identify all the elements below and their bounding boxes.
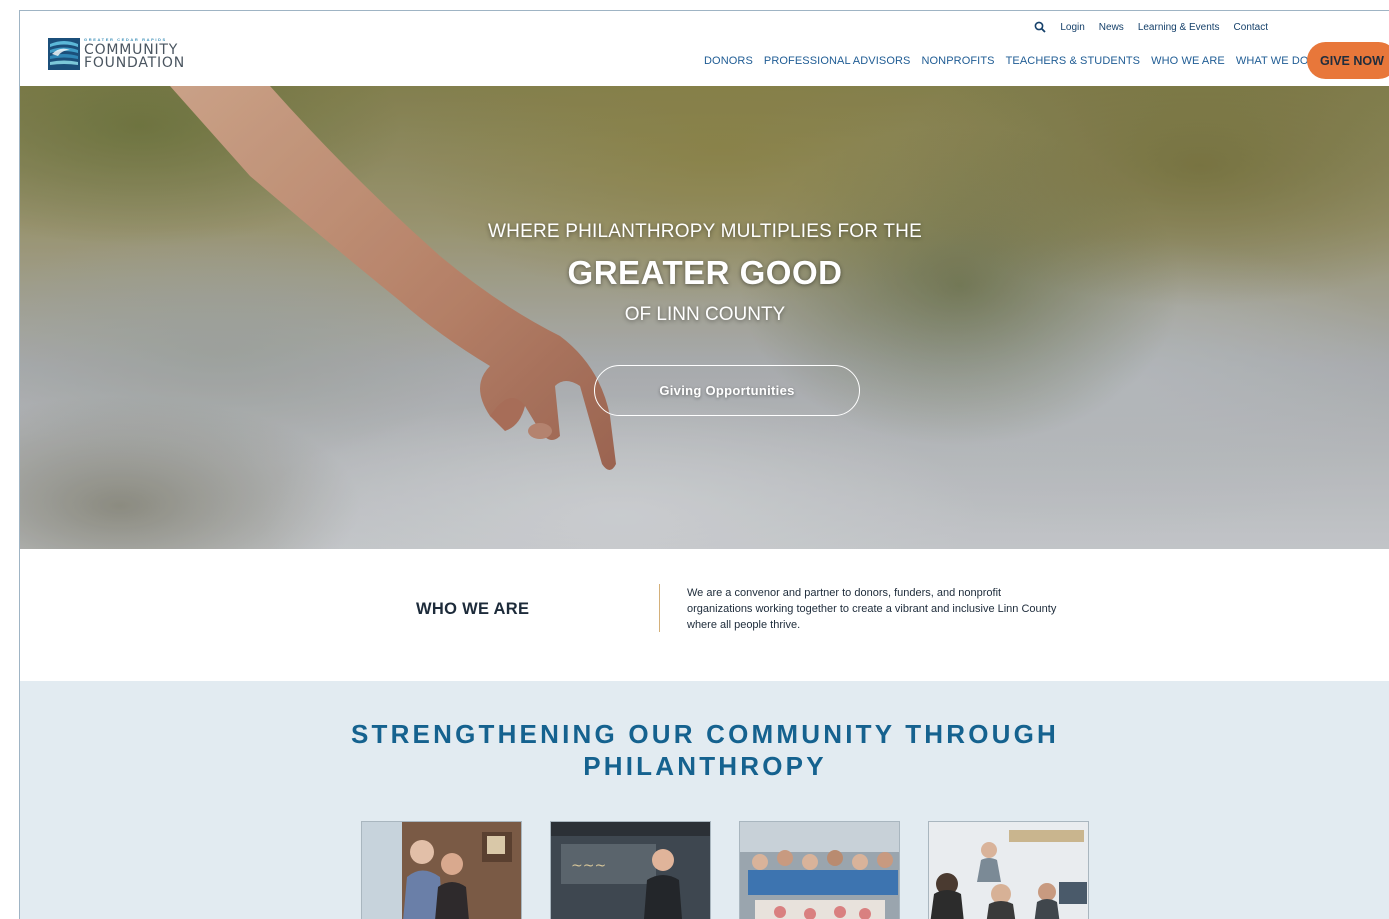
who-we-are-title: WHO WE ARE [416,600,530,618]
nav-item-professional-advisors[interactable]: PROFESSIONAL ADVISORS [764,55,911,67]
nonprofit-photo-image: ~~~ [551,822,710,919]
logo-text: GREATER CEDAR RAPIDS COMMUNITY FOUNDATIO… [84,38,185,71]
utility-link-contact[interactable]: Contact [1234,22,1268,33]
logo-mark-icon [48,38,80,70]
hero-heading-line2: GREATER GOOD [567,254,843,291]
site-logo[interactable]: GREATER CEDAR RAPIDS COMMUNITY FOUNDATIO… [48,37,198,71]
strengthening-section: STRENGTHENING OUR COMMUNITY THROUGH PHIL… [20,681,1389,919]
who-we-are-divider [659,584,660,632]
utility-link-news[interactable]: News [1099,22,1124,33]
photo-cards: ~~~ [361,821,1089,919]
search-icon[interactable] [1034,21,1046,33]
utility-nav: Login News Learning & Events Contact [1034,21,1268,33]
nav-item-donors[interactable]: DONORS [704,55,753,67]
who-we-are-section: WHO WE ARE We are a convenor and partner… [20,549,1389,681]
giving-opportunities-button[interactable]: Giving Opportunities [594,365,860,416]
main-nav: DONORS PROFESSIONAL ADVISORS NONPROFITS … [704,55,1309,67]
card-volunteers-photo[interactable] [739,821,900,919]
strengthening-title: STRENGTHENING OUR COMMUNITY THROUGH PHIL… [20,718,1389,782]
utility-link-login[interactable]: Login [1060,22,1084,33]
logo-name-line2: FOUNDATION [84,55,185,71]
hero-heading-line1: WHERE PHILANTHROPY MULTIPLIES FOR THE [488,221,922,242]
nav-item-teachers-students[interactable]: TEACHERS & STUDENTS [1006,55,1141,67]
hero-banner: WHERE PHILANTHROPY MULTIPLIES FOR THE GR… [20,86,1389,549]
hero-heading-line3: OF LINN COUNTY [624,304,786,325]
nav-item-what-we-do[interactable]: WHAT WE DO [1236,55,1309,67]
strengthening-title-line2: PHILANTHROPY [583,751,827,781]
strengthening-title-line1: STRENGTHENING OUR COMMUNITY THROUGH [350,719,1060,749]
volunteers-photo-image [740,822,899,919]
hero-content: WHERE PHILANTHROPY MULTIPLIES FOR THE GR… [20,86,1389,549]
card-students-photo[interactable] [928,821,1089,919]
svg-text:~~~: ~~~ [571,858,606,874]
card-donors-photo[interactable] [361,821,522,919]
students-photo-image [929,822,1088,919]
card-nonprofit-photo[interactable]: ~~~ [550,821,711,919]
give-now-button[interactable]: GIVE NOW [1307,42,1389,79]
nav-item-nonprofits[interactable]: NONPROFITS [921,55,994,67]
donors-photo-image [362,822,521,919]
site-header: GREATER CEDAR RAPIDS COMMUNITY FOUNDATIO… [20,11,1389,86]
utility-link-learning-events[interactable]: Learning & Events [1138,22,1220,33]
page-frame: GREATER CEDAR RAPIDS COMMUNITY FOUNDATIO… [19,10,1389,919]
who-we-are-body: We are a convenor and partner to donors,… [687,587,1057,631]
nav-item-who-we-are[interactable]: WHO WE ARE [1151,55,1225,67]
